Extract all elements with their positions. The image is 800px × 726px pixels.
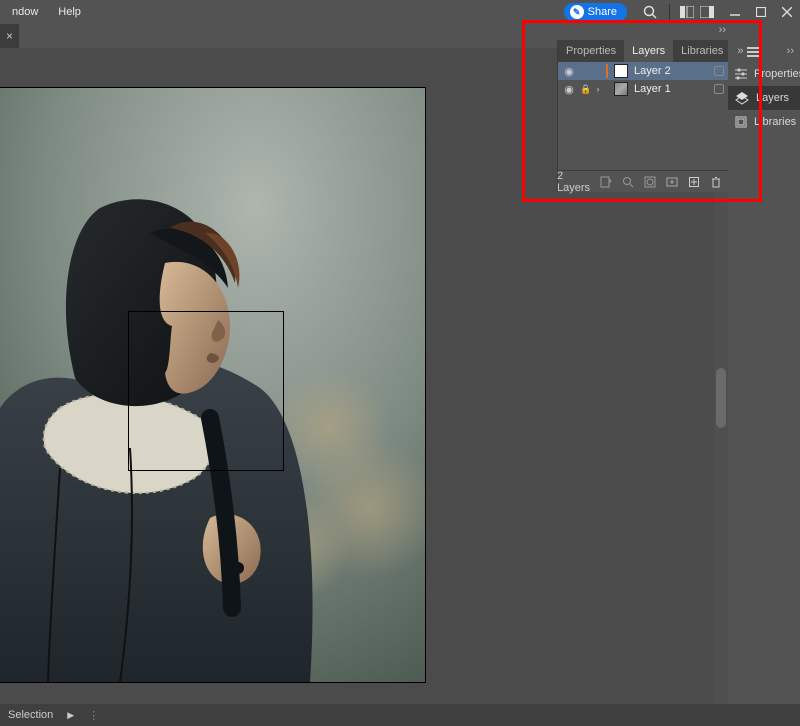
panel-tab-bar: Properties Layers Libraries » — [558, 40, 728, 62]
layer-thumbnail[interactable] — [614, 64, 628, 78]
new-layer-icon[interactable] — [688, 175, 700, 189]
divider — [669, 4, 670, 20]
visibility-toggle-icon[interactable]: ◉ — [562, 65, 576, 78]
layer-expand-icon[interactable]: › — [594, 84, 602, 94]
screen-mode-b-icon — [700, 6, 714, 18]
timeline-play-icon[interactable]: ▶ — [67, 710, 74, 721]
layer-list-empty-area[interactable] — [558, 98, 728, 170]
new-sublayer-icon[interactable] — [666, 175, 678, 189]
paste-layer-icon[interactable] — [600, 175, 612, 189]
layers-icon — [734, 90, 750, 106]
document-canvas[interactable] — [0, 88, 425, 682]
title-bar-controls: ✎ Share — [564, 0, 800, 24]
scrollbar-thumb[interactable] — [716, 368, 726, 428]
layer-thumbnail[interactable] — [614, 82, 628, 96]
search-layer-icon[interactable] — [622, 175, 634, 189]
dock-entry-libraries[interactable]: Libraries — [728, 110, 800, 134]
layer-name[interactable]: Layer 2 — [632, 65, 710, 77]
delete-layer-icon[interactable] — [710, 175, 722, 189]
panel-tab-libraries[interactable]: Libraries — [673, 40, 731, 62]
layer-lock-icon[interactable]: 🔒 — [580, 84, 590, 95]
layer-name[interactable]: Layer 1 — [632, 83, 710, 95]
panel-tab-properties[interactable]: Properties — [558, 40, 624, 62]
panel-tab-layers[interactable]: Layers — [624, 40, 673, 62]
layer-color-bar — [606, 82, 608, 96]
status-handle-icon[interactable]: ⋮ — [88, 709, 99, 722]
layers-panel-footer: 2 Layers — [558, 170, 728, 192]
panel-menu-button[interactable]: » — [731, 45, 765, 57]
workspace-switcher[interactable] — [680, 6, 714, 18]
window-maximize-button[interactable] — [748, 2, 774, 22]
layer-color-bar — [606, 64, 608, 78]
status-mode: Selection — [8, 709, 53, 721]
right-dock-collapse-strip[interactable]: ›› — [719, 24, 726, 36]
screen-mode-a-icon — [680, 6, 694, 18]
visibility-toggle-icon[interactable]: ◉ — [562, 83, 576, 96]
layer-target-icon[interactable] — [714, 66, 724, 76]
hamburger-icon — [747, 46, 759, 56]
share-button[interactable]: ✎ Share — [564, 3, 627, 21]
search-icon[interactable] — [637, 0, 663, 24]
dock-entry-layers[interactable]: Layers — [728, 86, 800, 110]
status-bar: Selection ▶ ⋮ — [0, 704, 800, 726]
share-avatar-icon: ✎ — [570, 5, 584, 19]
libraries-icon — [734, 114, 748, 130]
dock-label-properties: Properties — [754, 68, 800, 80]
menu-help[interactable]: Help — [48, 0, 91, 24]
window-minimize-button[interactable] — [722, 2, 748, 22]
menu-window[interactable]: ndow — [2, 0, 48, 24]
collapse-chevron-icon: ›› — [719, 24, 726, 36]
tab-close-icon[interactable]: × — [6, 29, 13, 43]
document-tab[interactable]: × — [0, 24, 19, 48]
mask-layer-icon[interactable] — [644, 175, 656, 189]
right-dock: ›› Properties Layers Libraries — [728, 40, 800, 704]
dock-entry-properties[interactable]: Properties — [728, 62, 800, 86]
canvas-photo — [0, 88, 425, 682]
sliders-icon — [734, 66, 748, 82]
share-label: Share — [588, 6, 617, 18]
layer-list: ◉ Layer 2 ◉ 🔒 › Layer 1 — [558, 62, 728, 98]
chevron-double-icon: » — [737, 45, 743, 57]
layer-count: 2 Layers — [555, 170, 590, 194]
layers-panel: Properties Layers Libraries » ◉ Layer 2 … — [558, 40, 728, 192]
layer-row[interactable]: ◉ 🔒 › Layer 1 — [558, 80, 728, 98]
layer-target-icon[interactable] — [714, 84, 724, 94]
dock-label-libraries: Libraries — [754, 116, 796, 128]
layer-row[interactable]: ◉ Layer 2 — [558, 62, 728, 80]
window-close-button[interactable] — [774, 2, 800, 22]
dock-label-layers: Layers — [756, 92, 789, 104]
